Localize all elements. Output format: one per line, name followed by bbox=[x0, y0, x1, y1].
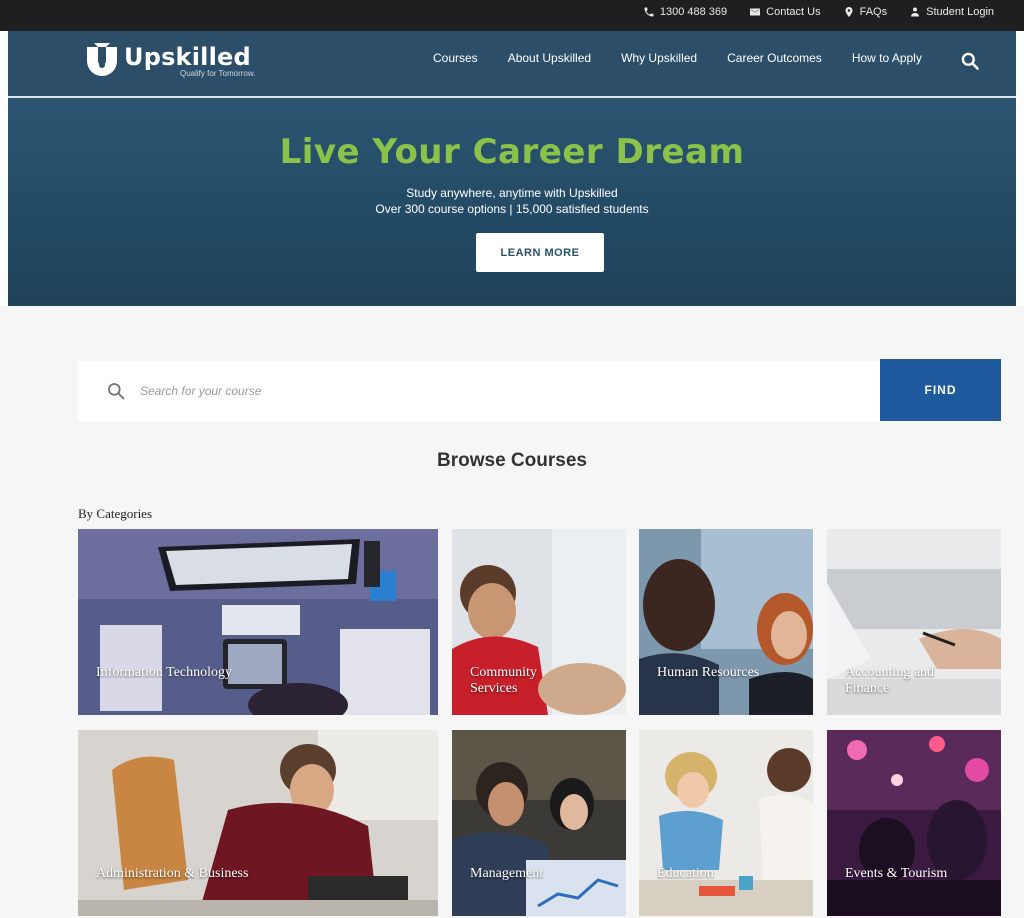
site-header: Upskilled Qualify for Tomorrow. Courses … bbox=[8, 31, 1016, 98]
nav-how-to-apply[interactable]: How to Apply bbox=[852, 51, 922, 65]
logo-shield-icon bbox=[87, 43, 117, 76]
category-label: Administration & Business bbox=[96, 866, 249, 881]
phone-icon bbox=[644, 7, 654, 17]
category-tile-information-technology[interactable]: Information Technology bbox=[78, 529, 438, 715]
nav-courses[interactable]: Courses bbox=[433, 51, 478, 65]
faqs-link[interactable]: FAQs bbox=[843, 6, 888, 18]
learn-more-button[interactable]: LEARN MORE bbox=[476, 233, 604, 272]
category-tile-education[interactable]: Education bbox=[639, 730, 813, 916]
logo-wordmark: Upskilled bbox=[124, 42, 251, 71]
mail-icon bbox=[750, 8, 761, 16]
phone-link[interactable]: 1300 488 369 bbox=[643, 6, 727, 18]
category-tile-administration-business[interactable]: Administration & Business bbox=[78, 730, 438, 916]
category-label: Community Services bbox=[470, 665, 537, 696]
hero-subtitle: Study anywhere, anytime with Upskilled bbox=[406, 186, 618, 200]
it-desk-image bbox=[78, 529, 438, 715]
main-content: FIND Browse Courses By Categories Inform… bbox=[0, 306, 1024, 918]
main-nav: Courses About Upskilled Why Upskilled Ca… bbox=[433, 51, 922, 65]
by-categories-label: By Categories bbox=[78, 506, 153, 521]
phone-number: 1300 488 369 bbox=[659, 6, 728, 18]
management-image bbox=[452, 730, 626, 916]
search-icon bbox=[108, 383, 125, 400]
nav-about[interactable]: About Upskilled bbox=[508, 51, 591, 65]
find-button[interactable]: FIND bbox=[880, 359, 1001, 421]
logo-text: Upskilled Qualify for Tomorrow. bbox=[124, 43, 255, 78]
category-label: Human Resources bbox=[657, 665, 760, 680]
hero-title: Live Your Career Dream bbox=[279, 132, 745, 172]
category-label: Events & Tourism bbox=[845, 866, 948, 881]
category-tile-management[interactable]: Management bbox=[452, 730, 626, 916]
logo-tagline: Qualify for Tomorrow. bbox=[180, 68, 256, 78]
category-tile-events-tourism[interactable]: Events & Tourism bbox=[827, 730, 1001, 916]
contact-link[interactable]: Contact Us bbox=[749, 6, 821, 18]
contact-label: Contact Us bbox=[766, 6, 821, 18]
user-icon bbox=[911, 7, 920, 17]
administration-business-image bbox=[78, 730, 438, 916]
category-label: Education bbox=[657, 866, 714, 881]
nav-why[interactable]: Why Upskilled bbox=[621, 51, 697, 65]
browse-courses-heading: Browse Courses bbox=[437, 450, 587, 471]
hero-banner: Live Your Career Dream Study anywhere, a… bbox=[8, 98, 1016, 306]
search-icon[interactable] bbox=[960, 51, 980, 71]
category-tile-accounting-finance[interactable]: Accounting and Finance bbox=[827, 529, 1001, 715]
category-tile-community-services[interactable]: Community Services bbox=[452, 529, 626, 715]
events-tourism-image bbox=[827, 730, 1001, 916]
logo[interactable]: Upskilled Qualify for Tomorrow. bbox=[84, 41, 255, 79]
category-label: Accounting and Finance bbox=[845, 665, 935, 696]
education-image bbox=[639, 730, 813, 916]
student-login-label: Student Login bbox=[926, 6, 994, 18]
student-login-link[interactable]: Student Login bbox=[909, 6, 994, 18]
course-search-box bbox=[78, 361, 880, 421]
utility-bar: 1300 488 369 Contact Us FAQs Student Log… bbox=[0, 0, 1024, 31]
human-resources-image bbox=[639, 529, 813, 715]
course-search-input[interactable] bbox=[140, 384, 840, 398]
category-tile-human-resources[interactable]: Human Resources bbox=[639, 529, 813, 715]
location-icon bbox=[845, 7, 853, 17]
utility-links: 1300 488 369 Contact Us FAQs Student Log… bbox=[643, 6, 994, 18]
hero-stats: Over 300 course options | 15,000 satisfi… bbox=[375, 202, 649, 216]
nav-career-outcomes[interactable]: Career Outcomes bbox=[727, 51, 822, 65]
category-label: Information Technology bbox=[96, 665, 233, 680]
faqs-label: FAQs bbox=[859, 6, 888, 18]
category-label: Management bbox=[470, 866, 544, 881]
